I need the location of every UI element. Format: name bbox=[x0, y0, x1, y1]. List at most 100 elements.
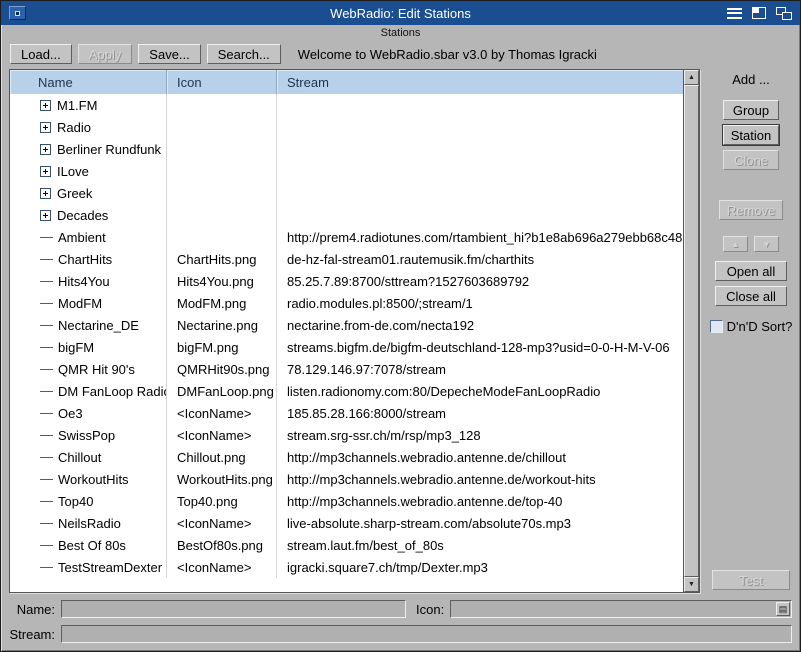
table-row[interactable]: Nectarine_DE Nectarine.png nectarine.fro… bbox=[10, 314, 683, 336]
icon-input[interactable] bbox=[450, 600, 792, 618]
table-row[interactable]: M1.FM bbox=[10, 94, 683, 116]
station-icon-cell: BestOf80s.png bbox=[167, 534, 277, 556]
table-row[interactable]: Decades bbox=[10, 204, 683, 226]
table-row[interactable]: Ambient http://prem4.radiotunes.com/rtam… bbox=[10, 226, 683, 248]
expand-plus-icon[interactable] bbox=[40, 210, 51, 221]
station-icon-filename: QMRHit90s.png bbox=[177, 362, 269, 377]
stream-input[interactable] bbox=[61, 625, 792, 643]
add-group-button[interactable]: Group bbox=[723, 100, 779, 120]
open-all-button[interactable]: Open all bbox=[715, 261, 787, 281]
name-label: Name: bbox=[9, 602, 55, 617]
station-stream-cell bbox=[277, 138, 683, 160]
scroll-down-icon[interactable]: ▼ bbox=[684, 577, 699, 592]
table-row[interactable]: Best Of 80s BestOf80s.png stream.laut.fm… bbox=[10, 534, 683, 556]
table-row[interactable]: Top40 Top40.png http://mp3channels.webra… bbox=[10, 490, 683, 512]
station-stream-url: live-absolute.sharp-stream.com/absolute7… bbox=[287, 516, 571, 531]
station-stream-cell: http://prem4.radiotunes.com/rtambient_hi… bbox=[277, 226, 683, 248]
station-icon-cell: <IconName> bbox=[167, 512, 277, 534]
scrollbar-thumb[interactable] bbox=[684, 85, 699, 577]
table-row[interactable]: bigFM bigFM.png streams.bigfm.de/bigfm-d… bbox=[10, 336, 683, 358]
station-stream-url: stream.laut.fm/best_of_80s bbox=[287, 538, 444, 553]
dnd-sort-checkbox[interactable]: D'n'D Sort? bbox=[710, 319, 793, 334]
table-row[interactable]: TestStreamDexter <IconName> igracki.squa… bbox=[10, 556, 683, 578]
station-stream-cell bbox=[277, 182, 683, 204]
station-icon-cell bbox=[167, 138, 277, 160]
station-icon-filename: ModFM.png bbox=[177, 296, 246, 311]
dnd-sort-label: D'n'D Sort? bbox=[727, 319, 793, 334]
icon-popup-icon[interactable]: ▤ bbox=[776, 602, 790, 616]
table-row[interactable]: QMR Hit 90's QMRHit90s.png 78.129.146.97… bbox=[10, 358, 683, 380]
station-icon-cell: DMFanLoop.png bbox=[167, 380, 277, 402]
main-area: Name Icon Stream M1.FM bbox=[1, 67, 800, 595]
table-row[interactable]: DM FanLoop Radio DMFanLoop.png listen.ra… bbox=[10, 380, 683, 402]
table-row[interactable]: Radio bbox=[10, 116, 683, 138]
tree-connector bbox=[40, 523, 53, 524]
close-icon[interactable] bbox=[9, 6, 26, 20]
station-icon-cell: Chillout.png bbox=[167, 446, 277, 468]
tree-connector bbox=[40, 281, 53, 282]
station-name-cell: Radio bbox=[10, 116, 167, 138]
table-row[interactable]: Berliner Rundfunk bbox=[10, 138, 683, 160]
scroll-up-icon[interactable]: ▲ bbox=[684, 70, 699, 85]
search-button[interactable]: Search... bbox=[207, 44, 281, 64]
table-row[interactable]: Chillout Chillout.png http://mp3channels… bbox=[10, 446, 683, 468]
close-all-button[interactable]: Close all bbox=[715, 286, 787, 306]
expand-plus-icon[interactable] bbox=[40, 122, 51, 133]
move-up-icon: ▲ bbox=[723, 236, 748, 252]
station-name-cell: Hits4You bbox=[10, 270, 167, 292]
tab-stations[interactable]: Stations bbox=[381, 27, 421, 39]
station-icon-cell: ModFM.png bbox=[167, 292, 277, 314]
name-input[interactable] bbox=[61, 600, 406, 618]
expand-plus-icon[interactable] bbox=[40, 188, 51, 199]
station-icon-cell bbox=[167, 182, 277, 204]
station-stream-cell bbox=[277, 116, 683, 138]
checkbox-icon[interactable] bbox=[710, 320, 723, 333]
tab-strip: Stations bbox=[1, 25, 800, 41]
menu-icon[interactable] bbox=[727, 8, 742, 19]
expand-plus-icon[interactable] bbox=[40, 100, 51, 111]
load-button[interactable]: Load... bbox=[10, 44, 72, 64]
vertical-scrollbar[interactable]: ▲ ▼ bbox=[683, 70, 699, 592]
table-row[interactable]: SwissPop <IconName> stream.srg-ssr.ch/m/… bbox=[10, 424, 683, 446]
table-row[interactable]: WorkoutHits WorkoutHits.png http://mp3ch… bbox=[10, 468, 683, 490]
station-stream-url: http://mp3channels.webradio.antenne.de/w… bbox=[287, 472, 596, 487]
scrollbar-track[interactable] bbox=[684, 85, 699, 577]
table-row[interactable]: Hits4You Hits4You.png 85.25.7.89:8700/st… bbox=[10, 270, 683, 292]
zoom-icon[interactable] bbox=[752, 7, 766, 19]
depth-icon[interactable] bbox=[776, 7, 792, 20]
table-row[interactable]: Greek bbox=[10, 182, 683, 204]
table-row[interactable]: ChartHits ChartHits.png de-hz-fal-stream… bbox=[10, 248, 683, 270]
station-icon-filename: ChartHits.png bbox=[177, 252, 256, 267]
edit-form: Name: Icon: ▤ Stream: bbox=[1, 595, 800, 651]
station-name-cell: Oe3 bbox=[10, 402, 167, 424]
station-name: Chillout bbox=[58, 450, 101, 465]
expand-plus-icon[interactable] bbox=[40, 166, 51, 177]
table-row[interactable]: ILove bbox=[10, 160, 683, 182]
station-name-cell: Nectarine_DE bbox=[10, 314, 167, 336]
tree-connector bbox=[40, 347, 53, 348]
station-stream-cell: http://mp3channels.webradio.antenne.de/t… bbox=[277, 490, 683, 512]
titlebar[interactable]: WebRadio: Edit Stations bbox=[1, 1, 800, 25]
station-name: bigFM bbox=[58, 340, 94, 355]
station-name: Decades bbox=[57, 208, 108, 223]
right-panel: Add ... Group Station Clone Remove ▲ ▼ O… bbox=[706, 69, 796, 593]
expand-plus-icon[interactable] bbox=[40, 144, 51, 155]
table-row[interactable]: ModFM ModFM.png radio.modules.pl:8500/;s… bbox=[10, 292, 683, 314]
station-stream-cell bbox=[277, 94, 683, 116]
table-row[interactable]: NeilsRadio <IconName> live-absolute.shar… bbox=[10, 512, 683, 534]
station-name: ModFM bbox=[58, 296, 102, 311]
save-button[interactable]: Save... bbox=[138, 44, 200, 64]
station-icon-cell: bigFM.png bbox=[167, 336, 277, 358]
station-name: Berliner Rundfunk bbox=[57, 142, 161, 157]
add-station-button[interactable]: Station bbox=[723, 125, 779, 145]
station-name: Nectarine_DE bbox=[58, 318, 139, 333]
station-stream-cell: 78.129.146.97:7078/stream bbox=[277, 358, 683, 380]
table-header: Name Icon Stream bbox=[10, 70, 683, 94]
sort-buttons: ▲ ▼ bbox=[723, 236, 779, 252]
move-down-icon: ▼ bbox=[754, 236, 779, 252]
station-stream-url: de-hz-fal-stream01.rautemusik.fm/charthi… bbox=[287, 252, 534, 267]
station-name: WorkoutHits bbox=[58, 472, 129, 487]
tree-connector bbox=[40, 325, 53, 326]
table-row[interactable]: Oe3 <IconName> 185.85.28.166:8000/stream bbox=[10, 402, 683, 424]
station-stream-cell bbox=[277, 204, 683, 226]
